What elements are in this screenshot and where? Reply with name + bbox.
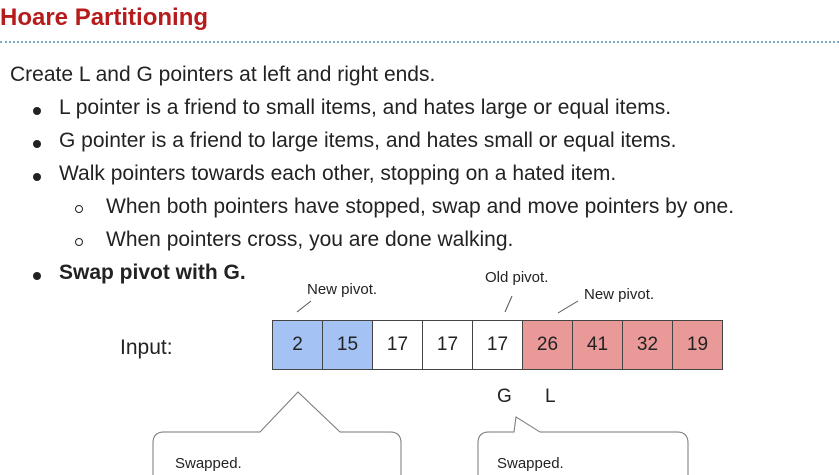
- leader-line: [504, 295, 513, 313]
- array-cell: 32: [622, 320, 673, 370]
- array-cell: 17: [422, 320, 473, 370]
- callout-text-right: Swapped.: [497, 455, 564, 472]
- leader-line: [296, 300, 312, 313]
- new-pivot-label-left: New pivot.: [307, 281, 378, 298]
- new-pivot-label-right: New pivot.: [584, 286, 655, 303]
- array-cell: 17: [372, 320, 423, 370]
- array: 2 15 17 17 17 26 41 32 19: [272, 320, 723, 372]
- l-pointer-label: L: [545, 386, 556, 407]
- old-pivot-label: Old pivot.: [485, 269, 549, 286]
- callout-text-left: Swapped.: [175, 455, 242, 472]
- input-label: Input:: [120, 336, 173, 359]
- array-cell: 15: [322, 320, 373, 370]
- g-pointer-label: G: [497, 386, 512, 407]
- array-cell: 2: [272, 320, 323, 370]
- array-cell: 41: [572, 320, 623, 370]
- array-cell: 19: [672, 320, 723, 370]
- annotation-lines: [152, 295, 689, 475]
- array-cell: 17: [472, 320, 523, 370]
- array-cell: 26: [522, 320, 573, 370]
- leader-line: [557, 300, 579, 314]
